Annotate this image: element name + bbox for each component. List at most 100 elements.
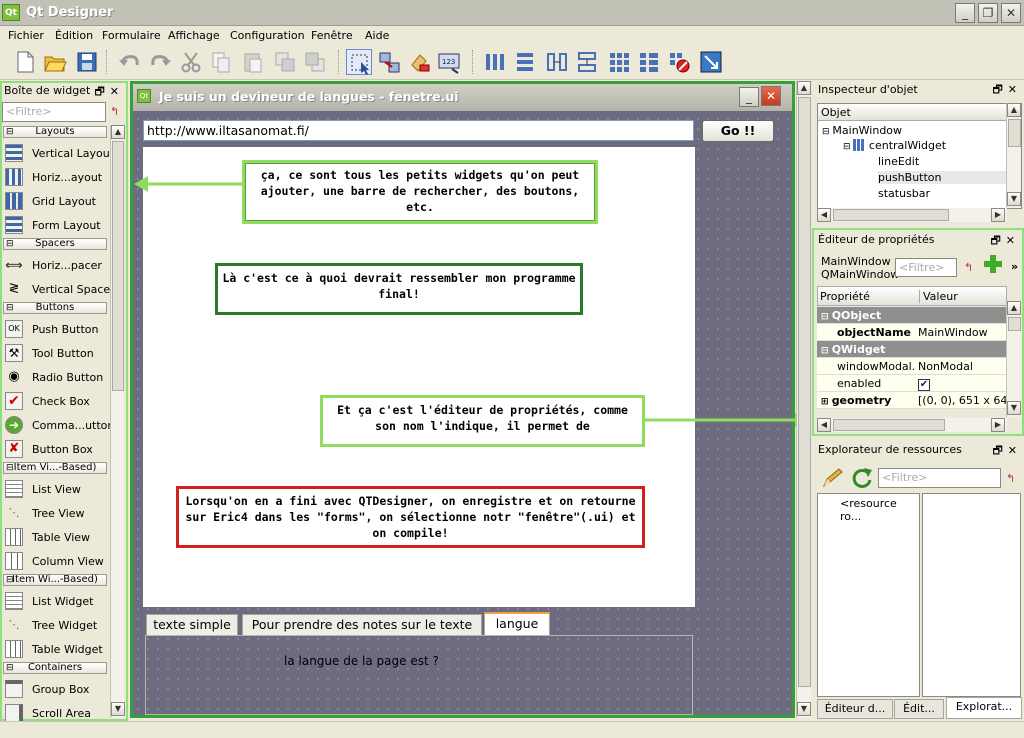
tree-item-statusbar[interactable]: statusbar [878,187,930,200]
category-layouts[interactable]: ⊟ Layouts [3,126,107,138]
layout-vertical-icon[interactable] [512,49,538,75]
object-tree-vscroll[interactable]: ▲ ▼ [1006,103,1021,208]
mdi-scrollbar[interactable]: ▲ ▼ [796,81,811,718]
widget-tree-widget[interactable]: ⋱ Tree Widget [4,614,108,636]
prop-objectname[interactable]: objectName MainWindow [817,324,1007,341]
resource-root[interactable]: <resource ro... [840,497,919,523]
widget-group-box[interactable]: Group Box [4,678,108,700]
widget-radio-button[interactable]: ◉ Radio Button [4,366,108,388]
widget-column-view[interactable]: Column View [4,550,108,572]
tab-langue[interactable]: langue [484,612,550,636]
category-spacers[interactable]: ⊟ Spacers [3,238,107,250]
layout-form-icon[interactable] [636,49,662,75]
paste-icon[interactable] [240,49,266,75]
widget-push-button[interactable]: OK Push Button [4,318,108,340]
edit-tab-order-icon[interactable]: 123 [436,49,462,75]
open-folder-icon[interactable] [42,49,68,75]
widget-button-box[interactable]: ✘ Button Box [4,438,108,460]
adjust-size-icon[interactable] [698,49,724,75]
prop-group-qwidget[interactable]: ⊟ QWidget [817,341,1007,358]
resource-list[interactable] [922,493,1021,697]
enabled-checkbox[interactable]: ✔ [918,379,930,391]
edit-widgets-icon[interactable] [346,49,372,75]
widget-grid-layout[interactable]: Grid Layout [4,190,108,212]
tab-texte-simple[interactable]: texte simple [146,614,238,636]
layout-v-splitter-icon[interactable] [574,49,600,75]
menu-fenetre[interactable]: Fenêtre [311,29,353,42]
widget-tool-button[interactable]: ⚒ Tool Button [4,342,108,364]
raise-icon[interactable] [272,49,298,75]
widget-filter-input[interactable]: <Filtre> [2,102,106,122]
resource-filter-input[interactable]: <Filtre> [878,468,1001,488]
prop-enabled[interactable]: enabled ✔ [817,375,1007,392]
widget-tree-view[interactable]: ⋱ Tree View [4,502,108,524]
layout-grid-icon[interactable] [606,49,632,75]
widget-box-scrollbar[interactable]: ▲ ▼ [110,125,125,718]
resource-tree[interactable]: <resource ro... [817,493,920,697]
widget-vertical-layout[interactable]: Vertical Layout [4,142,114,164]
dock-buttons[interactable]: 🗗✕ [94,83,124,102]
save-icon[interactable] [74,49,100,75]
prop-group-qobject[interactable]: ⊟ QObject [817,307,1007,324]
undo-icon[interactable] [116,49,142,75]
edit-resources-icon[interactable] [820,466,844,490]
menu-configuration[interactable]: Configuration [230,29,305,42]
widget-horizontal-spacer[interactable]: ⟺ Horiz...pacer [4,254,108,276]
menu-aide[interactable]: Aide [365,29,389,42]
tab-notes[interactable]: Pour prendre des notes sur le texte [242,614,482,636]
more-chevron-icon[interactable]: » [1011,260,1018,273]
tab-property-editor[interactable]: Éditeur d... [817,699,893,719]
copy-icon[interactable] [208,49,234,75]
prop-windowmodality[interactable]: windowModal... NonModal [817,358,1007,375]
tree-item-mainwindow[interactable]: ⊟ MainWindow [822,124,902,137]
menu-formulaire[interactable]: Formulaire [102,29,161,42]
form-close-button[interactable]: ✕ [761,86,781,106]
tree-item-centralwidget[interactable]: ⊟ centralWidget [843,139,946,152]
menu-fichier[interactable]: Fichier [8,29,44,42]
tree-item-pushbutton[interactable]: pushButton [878,171,1006,184]
redo-icon[interactable] [148,49,174,75]
go-button[interactable]: Go !! [702,120,774,142]
category-item-views[interactable]: ⊟ Item Vi...-Based) [3,462,107,474]
resource-clear-filter-icon[interactable]: ↰ [1006,472,1015,485]
menu-affichage[interactable]: Affichage [168,29,220,42]
object-inspector-dock-buttons[interactable]: 🗗✕ [992,81,1022,100]
layout-h-splitter-icon[interactable] [544,49,570,75]
widget-table-view[interactable]: Table View [4,526,108,548]
add-property-icon[interactable] [982,253,1004,275]
url-line-edit[interactable]: http://www.iltasanomat.fi/ [143,120,694,141]
edit-signals-icon[interactable] [376,49,402,75]
reload-icon[interactable] [850,466,874,490]
menu-edition[interactable]: Édition [55,29,93,42]
close-button[interactable]: ✕ [1001,3,1021,23]
property-clear-filter-icon[interactable]: ↰ [964,261,973,274]
restore-button[interactable]: ❐ [978,3,998,23]
edit-buddies-icon[interactable] [406,49,432,75]
widget-vertical-spacer[interactable]: ≷ Vertical Spacer [4,278,115,300]
widget-command-link-button[interactable]: ➔ Comma...utton [4,414,114,436]
prop-geometry[interactable]: ⊞ geometry[(0, 0), 651 x 640] [817,392,1007,409]
new-file-icon[interactable] [12,49,38,75]
widget-form-layout[interactable]: Form Layout [4,214,108,236]
form-minimize-button[interactable]: _ [739,87,759,107]
category-containers[interactable]: ⊟ Containers [3,662,107,674]
clear-filter-icon[interactable]: ↰ [110,105,119,118]
lower-icon[interactable] [302,49,328,75]
tab-signal-editor[interactable]: Édit... [894,699,944,719]
break-layout-icon[interactable] [666,49,692,75]
widget-table-widget[interactable]: Table Widget [4,638,108,660]
property-hscroll[interactable]: ◀ ▶ [817,418,1007,432]
tree-item-lineedit[interactable]: lineEdit [878,155,919,168]
widget-check-box[interactable]: ✔ Check Box [4,390,108,412]
category-buttons[interactable]: ⊟ Buttons [3,302,107,314]
property-vscroll[interactable]: ▲ ▼ [1006,301,1021,417]
minimize-button[interactable]: _ [955,3,975,23]
property-editor-dock-buttons[interactable]: 🗗✕ [990,232,1020,251]
resource-explorer-dock-buttons[interactable]: 🗗✕ [992,442,1022,461]
property-filter-input[interactable]: <Filtre> [895,258,957,277]
category-item-widgets[interactable]: ⊟ Item Wi...-Based) [3,574,107,586]
widget-list-view[interactable]: List View [4,478,108,500]
layout-horizontal-icon[interactable] [482,49,508,75]
widget-list-widget[interactable]: List Widget [4,590,108,612]
object-tree-hscroll[interactable]: ◀ ▶ [817,208,1007,222]
